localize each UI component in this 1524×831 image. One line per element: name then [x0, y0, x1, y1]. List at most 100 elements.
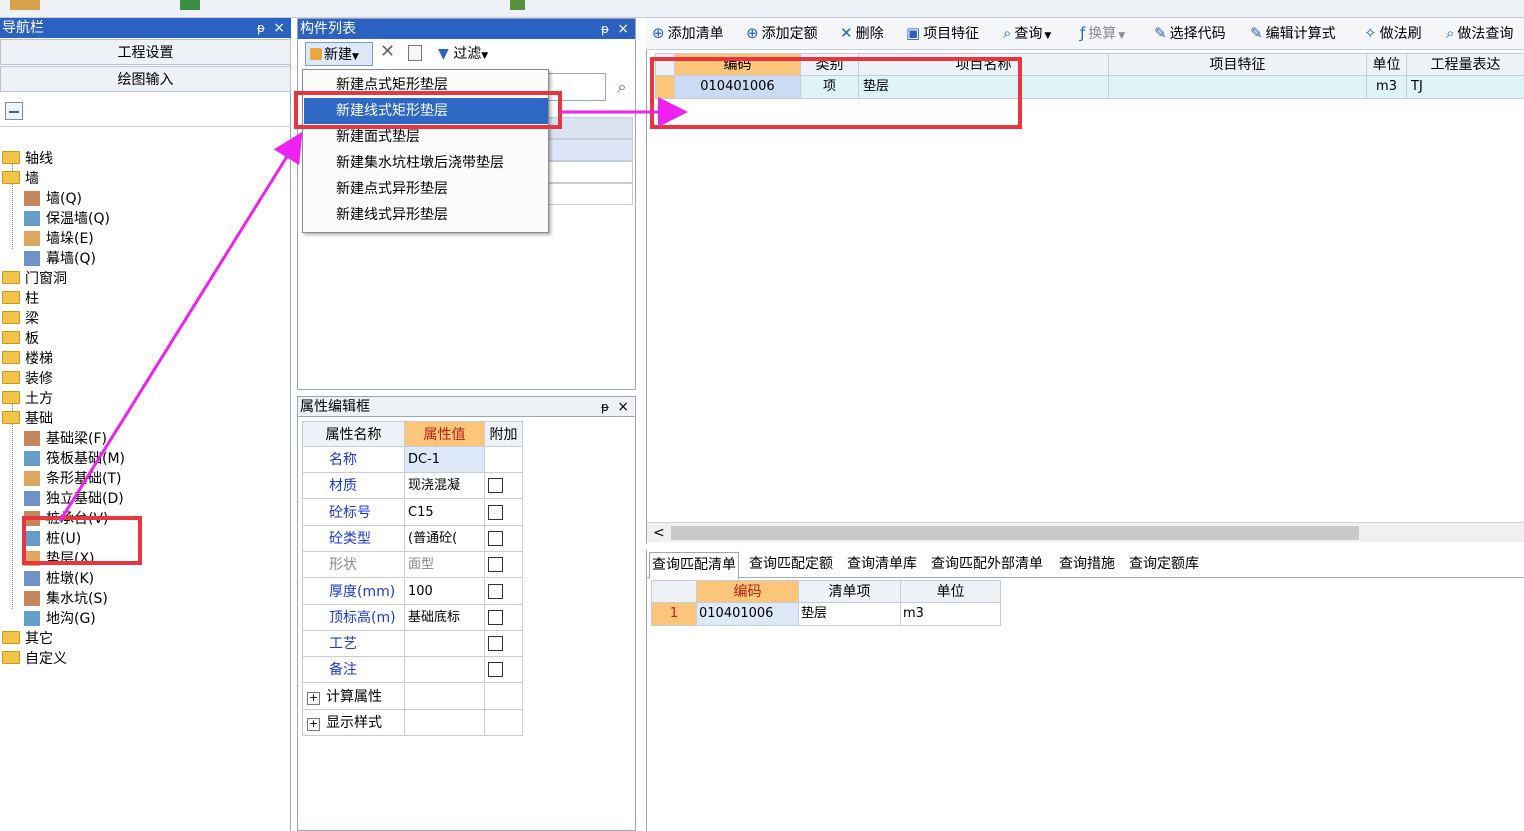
grid-header[interactable]: 工程量表达	[1407, 53, 1524, 76]
tree-item[interactable]: 保温墙(Q)	[24, 209, 110, 229]
drawing-input-button[interactable]: 绘图输入	[0, 66, 291, 92]
property-value[interactable]	[405, 710, 485, 736]
tree-item[interactable]: 独立基础(D)	[24, 489, 124, 509]
menu-item[interactable]: 新建集水坑柱墩后浇带垫层	[304, 150, 548, 176]
tree-item[interactable]: 地沟(G)	[24, 609, 96, 629]
property-value[interactable]: 面型	[405, 552, 485, 579]
tree-item[interactable]: 轴线	[2, 149, 53, 169]
row-selector[interactable]	[655, 76, 675, 99]
property-value[interactable]: (普通砼(	[405, 525, 485, 552]
property-checkbox[interactable]	[488, 662, 503, 678]
property-value[interactable]: DC-1	[405, 447, 485, 473]
bottom-grid-header[interactable]: 单位	[901, 580, 1001, 603]
tree-item[interactable]: 梁	[2, 309, 39, 329]
grid-header[interactable]: 项目名称	[859, 53, 1109, 76]
property-value[interactable]	[405, 683, 485, 710]
property-checkbox[interactable]	[488, 557, 503, 573]
property-value[interactable]: 基础底标	[405, 604, 485, 631]
property-checkbox[interactable]	[488, 478, 503, 494]
close-icon[interactable]: ×	[617, 397, 629, 417]
toolbar-button[interactable]: ✎ 选择代码	[1154, 18, 1226, 48]
property-value[interactable]	[405, 631, 485, 658]
pin-icon[interactable]: ᵽ	[601, 397, 609, 417]
tab-item[interactable]: 查询定额库	[1129, 552, 1199, 576]
menu-item[interactable]: 新建点式异形垫层	[304, 176, 548, 202]
close-icon[interactable]: ×	[273, 18, 285, 38]
scroll-left-icon[interactable]: <	[653, 523, 665, 543]
tree-item[interactable]: 条形基础(T)	[24, 469, 121, 489]
tree-item[interactable]: 墙垛(E)	[24, 229, 94, 249]
tab-item[interactable]: 查询清单库	[847, 552, 917, 576]
expand-icon[interactable]: +	[307, 718, 320, 731]
property-checkbox[interactable]	[488, 583, 503, 599]
list-row[interactable]	[546, 117, 633, 139]
list-row[interactable]	[546, 183, 633, 205]
pin-icon[interactable]: ᵽ	[601, 19, 609, 39]
tree-item[interactable]: 土方	[2, 389, 53, 409]
tree-item[interactable]: 基础	[2, 409, 53, 429]
tree-item[interactable]: 其它	[2, 629, 53, 649]
new-button[interactable]: 新建▼	[305, 42, 373, 66]
grid-header[interactable]: 类别	[801, 53, 859, 76]
property-checkbox[interactable]	[488, 636, 503, 652]
grid-header[interactable]: 单位	[1367, 53, 1407, 76]
toolbar-button[interactable]: ▣ 项目特征	[906, 18, 979, 48]
toolbar-button[interactable]: ⊕ 添加清单	[652, 18, 724, 48]
toolbar-button[interactable]: ƒ 换算 ▼	[1080, 18, 1125, 48]
grid-cell-name[interactable]: 垫层	[859, 76, 1109, 99]
toolbar-button[interactable]: ⌕ 做法查询	[1446, 18, 1513, 48]
tree-item[interactable]: 墙	[2, 169, 39, 189]
property-checkbox[interactable]	[488, 504, 503, 520]
row-index[interactable]: 1	[651, 603, 697, 626]
toolbar-button[interactable]: ⊕ 添加定额	[746, 18, 818, 48]
scrollbar-thumb[interactable]	[671, 526, 1359, 540]
menu-item[interactable]: 新建点式矩形垫层	[304, 72, 548, 98]
search-input[interactable]	[542, 73, 606, 101]
tree-item[interactable]: 桩墩(K)	[24, 569, 94, 589]
copy-icon[interactable]	[408, 45, 422, 61]
bottom-grid-header[interactable]: 清单项	[799, 580, 901, 603]
menu-item[interactable]: 新建线式异形垫层	[304, 202, 548, 228]
property-checkbox[interactable]	[488, 530, 503, 546]
toolbar-button[interactable]: ⌕ 查询 ▼	[1003, 18, 1051, 48]
tree-item[interactable]: 门窗洞	[2, 269, 67, 289]
menu-item[interactable]: 新建线式矩形垫层	[304, 98, 548, 124]
grid-header[interactable]: 编码	[675, 53, 801, 76]
search-icon[interactable]: ⌕	[610, 75, 634, 99]
tab-item[interactable]: 查询匹配定额	[749, 552, 833, 576]
tree-item[interactable]: 集水坑(S)	[24, 589, 108, 609]
bottom-grid-header[interactable]: 编码	[697, 580, 799, 603]
tree-item[interactable]: 墙(Q)	[24, 189, 82, 209]
tree-item[interactable]: 柱	[2, 289, 39, 309]
tree-item[interactable]: 楼梯	[2, 349, 53, 369]
tree-item[interactable]: 自定义	[2, 649, 67, 669]
property-value[interactable]: C15	[405, 499, 485, 526]
filter-button[interactable]: ▼ 过滤▼	[438, 42, 488, 66]
delete-icon[interactable]: ✕	[380, 41, 395, 62]
grid-cell-feature[interactable]	[1109, 76, 1367, 99]
tree-item[interactable]: 垫层(X)	[24, 549, 95, 569]
toolbar-button[interactable]: ✕ 删除	[840, 18, 884, 48]
tab-item[interactable]: 查询匹配清单	[649, 552, 739, 579]
grid-cell-type[interactable]: 项	[801, 76, 859, 99]
tree-item[interactable]: 基础梁(F)	[24, 429, 107, 449]
toolbar-button[interactable]: ✎ 编辑计算式	[1250, 18, 1336, 48]
expand-icon[interactable]: +	[307, 691, 320, 705]
grid-cell-unit[interactable]: m3	[1367, 76, 1407, 99]
pin-icon[interactable]: ᵽ	[257, 18, 265, 38]
tab-item[interactable]: 查询措施	[1059, 552, 1115, 576]
tree-item[interactable]: 筏板基础(M)	[24, 449, 125, 469]
grid-cell-expr[interactable]: TJ	[1407, 76, 1524, 99]
close-icon[interactable]: ×	[617, 19, 629, 39]
tree-item[interactable]: 桩承台(V)	[24, 509, 109, 529]
list-row[interactable]	[546, 139, 633, 161]
property-checkbox[interactable]	[488, 609, 503, 625]
property-value[interactable]: 现浇混凝	[405, 473, 485, 500]
property-value[interactable]: 100	[405, 578, 485, 605]
menu-item[interactable]: 新建面式垫层	[304, 124, 548, 150]
horizontal-scrollbar[interactable]: <	[647, 522, 1524, 542]
collapse-all-button[interactable]	[5, 102, 23, 120]
bottom-grid-cell-unit[interactable]: m3	[901, 603, 1001, 626]
tree-item[interactable]: 装修	[2, 369, 53, 389]
list-row[interactable]	[546, 161, 633, 183]
